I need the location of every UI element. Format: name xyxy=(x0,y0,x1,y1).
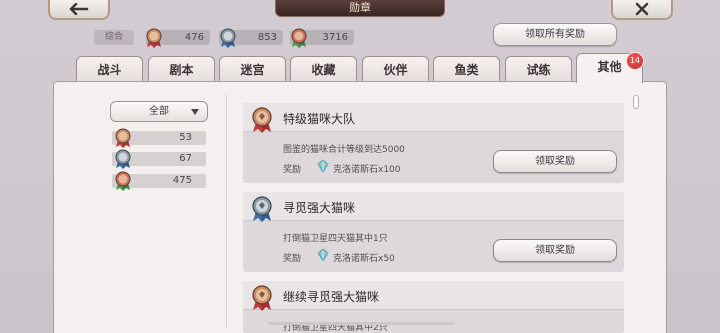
achievement-title: 特级猫咪大队 xyxy=(283,112,356,126)
tab-collection[interactable]: 收藏 xyxy=(290,56,357,82)
achievement-title: 继续寻觅强大猫咪 xyxy=(283,290,380,304)
reward-value: 克洛诺斯石x100 xyxy=(333,165,401,175)
claim-all-button[interactable]: 领取所有奖励 xyxy=(493,23,617,46)
gold-medal-icon xyxy=(115,171,131,191)
silver-medal-icon xyxy=(220,28,236,48)
stat-value: 476 xyxy=(184,32,204,43)
tab-script[interactable]: 剧本 xyxy=(148,56,215,82)
reward-label: 奖励 xyxy=(283,165,302,175)
achievement-title: 寻觅强大猫咪 xyxy=(283,201,356,215)
count-value: 67 xyxy=(179,153,192,164)
stat-value: 853 xyxy=(257,32,277,43)
silver-medal-icon xyxy=(252,196,272,222)
achievement-description: 图鉴的猫咪合计等级到达5000 xyxy=(283,145,405,155)
tab-labyrinth[interactable]: 迷宫 xyxy=(219,56,286,82)
tab-trial[interactable]: 试练 xyxy=(505,56,572,82)
count-value: 53 xyxy=(179,132,192,143)
silver-medal-icon xyxy=(115,149,131,169)
bronze-medal-icon xyxy=(115,128,131,148)
claim-reward-button[interactable]: 领取奖励 xyxy=(493,150,617,173)
filter-dropdown[interactable]: 全部 xyxy=(110,101,208,122)
stat-value: 3716 xyxy=(322,32,348,43)
close-button[interactable] xyxy=(611,0,673,20)
gem-icon xyxy=(317,249,329,261)
achievement-card: 特级猫咪大队 图鉴的猫咪合计等级到达5000 奖励 克洛诺斯石x100 领取奖励 xyxy=(243,103,624,183)
tab-battle[interactable]: 战斗 xyxy=(76,56,143,82)
gem-icon xyxy=(317,160,329,172)
reward-label: 奖励 xyxy=(283,254,302,264)
back-button[interactable] xyxy=(48,0,110,20)
close-icon xyxy=(635,2,649,16)
filter-count-silver: 67 xyxy=(112,149,206,169)
filter-selected-value: 全部 xyxy=(149,106,169,117)
achievement-card: 寻觅强大猫咪 打倒猫卫星四天猫其中1只 奖励 克洛诺斯石x50 领取奖励 xyxy=(243,192,624,272)
tab-fish[interactable]: 鱼类 xyxy=(433,56,500,82)
summary-label: 综合 xyxy=(94,30,134,45)
claim-reward-button[interactable]: 领取奖励 xyxy=(493,239,617,262)
tab-partner[interactable]: 伙伴 xyxy=(362,56,429,82)
page-title: 勋章 xyxy=(275,0,445,17)
gold-medal-icon xyxy=(291,28,307,48)
scrollbar-thumb[interactable] xyxy=(633,95,639,109)
count-value: 475 xyxy=(172,175,192,186)
filter-count-bronze: 53 xyxy=(112,128,206,148)
bronze-medal-icon xyxy=(252,285,272,311)
achievement-card: 继续寻觅强大猫咪 打倒猫卫星四天猫其中2只 xyxy=(243,281,624,333)
back-arrow-icon xyxy=(69,3,89,15)
bronze-medal-icon xyxy=(252,107,272,133)
bottom-indicator xyxy=(268,322,454,325)
column-divider xyxy=(226,94,227,328)
chevron-down-icon xyxy=(191,109,199,115)
filter-count-gold: 475 xyxy=(112,171,206,191)
reward-value: 克洛诺斯石x50 xyxy=(333,254,395,264)
notification-badge: 14 xyxy=(626,52,644,70)
bronze-medal-icon xyxy=(146,28,162,48)
achievement-description: 打倒猫卫星四天猫其中1只 xyxy=(283,234,388,244)
